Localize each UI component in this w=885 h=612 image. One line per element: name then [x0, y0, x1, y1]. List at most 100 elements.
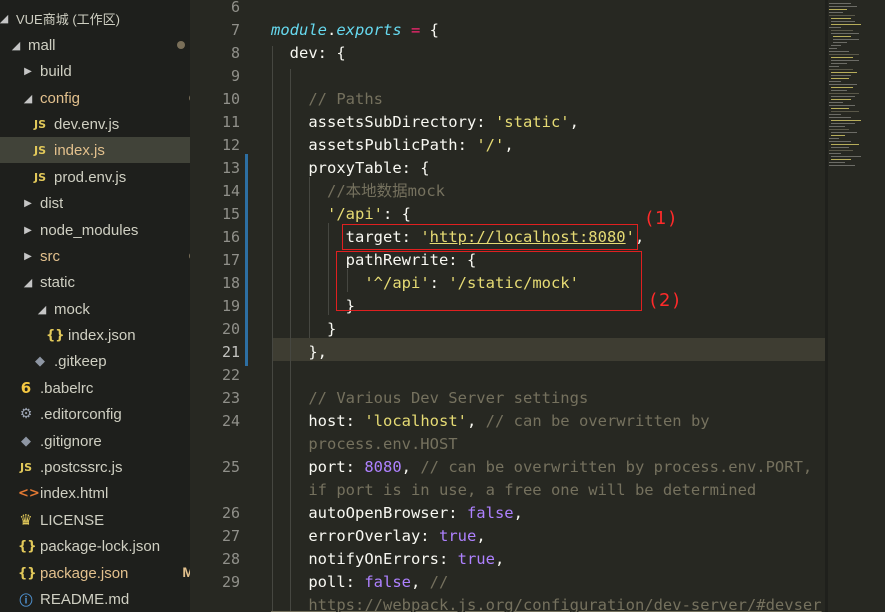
tree-file-babelrc[interactable]: 6 .babelrc	[0, 375, 190, 401]
code-line-8[interactable]: dev: {	[271, 42, 346, 65]
minimap-line	[831, 159, 851, 160]
tree-label: .postcssrc.js	[40, 458, 123, 476]
workspace-header[interactable]: ◢ VUE商城 (工作区)	[0, 5, 190, 31]
line-number: 9	[230, 67, 240, 85]
code-line-21[interactable]: },	[271, 341, 327, 364]
token-key: errorOverlay:	[271, 527, 439, 545]
tree-file-index-html[interactable]: <> index.html	[0, 480, 190, 506]
minimap-line	[829, 126, 845, 127]
tree-file-package-lock-json[interactable]: {} package-lock.json	[0, 533, 190, 559]
minimap-line	[829, 93, 859, 94]
tree-file-postcssrc-js[interactable]: JS .postcssrc.js	[0, 454, 190, 480]
git-file-icon: ◆	[35, 353, 45, 369]
js-file-icon: JS	[33, 143, 46, 157]
minimap-line	[829, 48, 837, 49]
tree-label: static	[40, 273, 76, 291]
line-number: 17	[221, 251, 240, 269]
minimap-line	[831, 75, 851, 76]
minimap-line	[829, 162, 845, 163]
info-icon: ⓘ	[19, 593, 33, 609]
token-key: assetsSubDirectory:	[271, 113, 495, 131]
chevron-right-icon: ▶	[24, 224, 32, 236]
tree-folder-dist[interactable]: ▶ dist	[0, 190, 190, 216]
line-number: 6	[230, 0, 240, 16]
tree-label: index.json	[68, 326, 136, 344]
token-key: notifyOnErrors:	[271, 550, 458, 568]
code-line-23[interactable]: // Various Dev Server settings	[271, 387, 588, 410]
annotation-label-1: (1)	[646, 208, 678, 229]
tree-file-index-js[interactable]: JS index.js M	[0, 137, 190, 163]
tree-folder-static[interactable]: ◢ static	[0, 269, 190, 295]
code-line-26[interactable]: autoOpenBrowser: false,	[271, 502, 523, 525]
token-key: autoOpenBrowser:	[271, 504, 467, 522]
tree-file-package-json[interactable]: {} package.json M	[0, 560, 190, 586]
babel-file-icon: 6	[20, 379, 32, 397]
code-line-20[interactable]: }	[271, 318, 336, 341]
token-punct: ,	[401, 458, 421, 476]
minimap-line	[829, 66, 839, 67]
line-number: 23	[221, 389, 240, 407]
tree-folder-src[interactable]: ▶ src	[0, 243, 190, 269]
tree-folder-mall[interactable]: ◢ mall	[0, 32, 190, 58]
minimap-line	[829, 138, 839, 139]
tree-file-editorconfig[interactable]: ⚙ .editorconfig	[0, 401, 190, 427]
tree-folder-mock[interactable]: ◢ mock	[0, 296, 190, 322]
code-line-27[interactable]: errorOverlay: true,	[271, 525, 485, 548]
tree-file-dev-env-js[interactable]: JS dev.env.js	[0, 111, 190, 137]
json-file-icon: {}	[46, 327, 65, 343]
line-number: 13	[221, 159, 240, 177]
tree-folder-node-modules[interactable]: ▶ node_modules	[0, 217, 190, 243]
minimap-line	[829, 102, 843, 103]
token-number: 8080	[364, 458, 402, 476]
code-line-10[interactable]: // Paths	[271, 88, 383, 111]
tree-label: src	[40, 247, 60, 265]
tree-folder-build[interactable]: ▶ build	[0, 58, 190, 84]
tree-file-readme-md[interactable]: ⓘ README.md	[0, 586, 190, 612]
code-line-25-wrap[interactable]: if port is in use, a free one will be de…	[271, 479, 756, 502]
token-string: '/api'	[327, 205, 383, 223]
token-boolean: true	[438, 527, 477, 545]
chevron-down-icon: ◢	[23, 92, 33, 105]
token-boolean: false	[364, 573, 411, 591]
token-boolean: true	[457, 550, 495, 568]
code-line-14[interactable]: //本地数据mock	[271, 180, 445, 203]
code-line-11[interactable]: assetsSubDirectory: 'static',	[271, 111, 579, 134]
code-line-24[interactable]: host: 'localhost', // can be overwritten…	[271, 410, 709, 433]
code-line-13[interactable]: proxyTable: {	[271, 157, 429, 180]
code-line-25[interactable]: port: 8080, // can be overwritten by pro…	[271, 456, 812, 479]
code-line-29[interactable]: poll: false, //	[271, 571, 448, 594]
annotation-label-2: (2)	[650, 290, 682, 311]
line-number: 27	[221, 527, 240, 545]
code-line-24-wrap[interactable]: process.env.HOST	[271, 433, 457, 456]
tree-file-license[interactable]: ♛ LICENSE	[0, 507, 190, 533]
line-number: 24	[221, 412, 240, 430]
minimap-line	[829, 69, 853, 70]
code-line-12[interactable]: assetsPublicPath: '/',	[271, 134, 513, 157]
code-editor[interactable]: 6 7 8 9 10 11 12 13 14 15 16 17 18 19 20…	[190, 0, 885, 612]
code-line-7[interactable]: module.exports = {	[271, 19, 439, 42]
minimap-line	[831, 87, 853, 88]
explorer-sidebar: ◢ VUE商城 (工作区) ◢ mall ▶ build ◢ config JS…	[0, 0, 190, 612]
line-number: 14	[221, 182, 240, 200]
code-line-29-wrap[interactable]: https://webpack.js.org/configuration/dev…	[271, 594, 821, 612]
tree-file-prod-env-js[interactable]: JS prod.env.js	[0, 164, 190, 190]
code-line-15[interactable]: '/api': {	[271, 203, 411, 226]
line-number: 22	[221, 366, 240, 384]
minimap[interactable]	[825, 0, 885, 612]
js-file-icon: JS	[19, 460, 32, 474]
minimap-line	[829, 129, 849, 130]
chevron-down-icon: ◢	[23, 276, 33, 289]
line-number: 16	[221, 228, 240, 246]
line-number: 18	[221, 274, 240, 292]
tree-folder-config[interactable]: ◢ config	[0, 85, 190, 111]
tree-file-index-json[interactable]: {} index.json	[0, 322, 190, 348]
line-number: 19	[221, 297, 240, 315]
minimap-line	[831, 120, 861, 121]
chevron-down-icon[interactable]: ◢	[0, 12, 10, 25]
line-number: 20	[221, 320, 240, 338]
url-link[interactable]: https://webpack.js.org/configuration/dev…	[271, 596, 821, 612]
tree-file-gitkeep[interactable]: ◆ .gitkeep	[0, 348, 190, 374]
code-line-28[interactable]: notifyOnErrors: true,	[271, 548, 504, 571]
line-number-active: 21	[221, 343, 240, 361]
tree-file-gitignore[interactable]: ◆ .gitignore	[0, 428, 190, 454]
